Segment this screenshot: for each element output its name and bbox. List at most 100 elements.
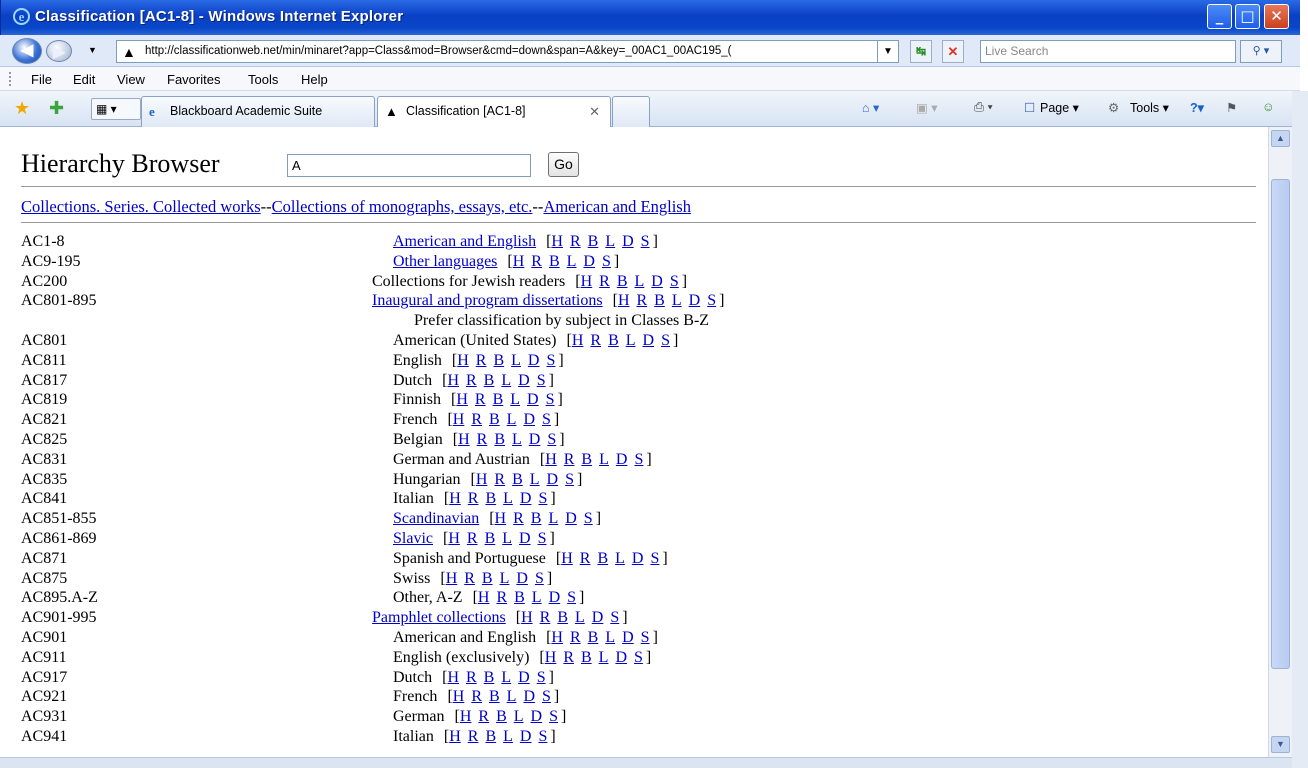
view-link-r[interactable]: R xyxy=(540,609,551,626)
view-link-h[interactable]: H xyxy=(561,550,573,567)
view-link-l[interactable]: L xyxy=(514,708,524,725)
view-link-r[interactable]: R xyxy=(513,510,524,527)
refresh-icon[interactable]: ↹ xyxy=(910,40,932,63)
view-link-r[interactable]: R xyxy=(466,669,477,686)
vertical-scrollbar[interactable]: ▲ ▼ xyxy=(1268,127,1292,757)
search-input[interactable]: Live Search xyxy=(980,40,1236,63)
caption-link[interactable]: Scandinavian xyxy=(393,510,479,527)
view-link-l[interactable]: L xyxy=(503,490,513,507)
view-link-r[interactable]: R xyxy=(468,490,479,507)
view-link-b[interactable]: B xyxy=(485,490,496,507)
back-button[interactable]: ◀ xyxy=(12,38,42,64)
view-link-h[interactable]: H xyxy=(449,490,461,507)
view-link-h[interactable]: H xyxy=(478,589,490,606)
view-link-l[interactable]: L xyxy=(510,391,520,408)
view-link-h[interactable]: H xyxy=(551,629,563,646)
caption-link[interactable]: American and English xyxy=(393,233,536,250)
view-link-h[interactable]: H xyxy=(456,391,468,408)
view-link-b[interactable]: B xyxy=(557,609,568,626)
view-link-d[interactable]: D xyxy=(518,372,530,389)
view-link-s[interactable]: S xyxy=(537,669,546,686)
view-link-l[interactable]: L xyxy=(605,629,615,646)
view-link-l[interactable]: L xyxy=(635,273,645,290)
close-tab-icon[interactable]: ✕ xyxy=(589,97,600,126)
view-link-l[interactable]: L xyxy=(507,411,517,428)
view-link-b[interactable]: B xyxy=(482,570,493,587)
view-link-r[interactable]: R xyxy=(471,688,482,705)
view-link-s[interactable]: S xyxy=(634,451,643,468)
view-link-s[interactable]: S xyxy=(538,530,547,547)
view-link-l[interactable]: L xyxy=(548,510,558,527)
favorites-center-icon[interactable]: ★ xyxy=(14,98,30,119)
hierarchy-search-input[interactable] xyxy=(287,154,531,177)
view-link-h[interactable]: H xyxy=(551,233,563,250)
caption-link[interactable]: Slavic xyxy=(393,530,433,547)
view-link-h[interactable]: H xyxy=(453,411,465,428)
caption-link[interactable]: Other languages xyxy=(393,253,497,270)
view-link-h[interactable]: H xyxy=(572,332,584,349)
view-link-r[interactable]: R xyxy=(494,471,505,488)
address-dropdown-icon[interactable]: ▼ xyxy=(877,40,899,63)
tools-menu[interactable]: Tools ▾ xyxy=(1130,100,1169,115)
caption-link[interactable]: Inaugural and program dissertations xyxy=(372,292,603,309)
view-link-h[interactable]: H xyxy=(448,530,460,547)
view-link-d[interactable]: D xyxy=(516,570,528,587)
view-link-h[interactable]: H xyxy=(521,609,533,626)
view-link-h[interactable]: H xyxy=(447,372,459,389)
view-link-h[interactable]: H xyxy=(495,510,507,527)
view-link-h[interactable]: H xyxy=(618,292,630,309)
messenger-icon[interactable]: ☺ xyxy=(1262,100,1275,114)
view-link-r[interactable]: R xyxy=(464,570,475,587)
view-link-l[interactable]: L xyxy=(502,530,512,547)
view-link-r[interactable]: R xyxy=(466,372,477,389)
view-link-h[interactable]: H xyxy=(545,649,557,666)
view-link-l[interactable]: L xyxy=(605,233,615,250)
menu-help[interactable]: Help xyxy=(301,72,328,87)
view-link-l[interactable]: L xyxy=(615,550,625,567)
view-link-s[interactable]: S xyxy=(542,411,551,428)
view-link-s[interactable]: S xyxy=(584,510,593,527)
view-link-s[interactable]: S xyxy=(634,649,643,666)
view-link-s[interactable]: S xyxy=(546,352,555,369)
view-link-d[interactable]: D xyxy=(615,649,627,666)
help-icon[interactable]: ?▾ xyxy=(1190,100,1204,115)
menu-edit[interactable]: Edit xyxy=(73,72,95,87)
feeds-icon[interactable]: ▣ ▾ xyxy=(916,100,938,115)
view-link-d[interactable]: D xyxy=(622,629,634,646)
view-link-b[interactable]: B xyxy=(581,451,592,468)
maximize-button[interactable]: □ xyxy=(1235,4,1260,29)
view-link-b[interactable]: B xyxy=(581,649,592,666)
view-link-d[interactable]: D xyxy=(592,609,604,626)
view-link-r[interactable]: R xyxy=(467,530,478,547)
view-link-s[interactable]: S xyxy=(538,490,547,507)
view-link-r[interactable]: R xyxy=(564,451,575,468)
view-link-s[interactable]: S xyxy=(565,471,574,488)
view-link-r[interactable]: R xyxy=(531,253,542,270)
minimize-button[interactable]: _ xyxy=(1207,4,1232,29)
view-link-s[interactable]: S xyxy=(707,292,716,309)
view-link-s[interactable]: S xyxy=(547,431,556,448)
view-link-d[interactable]: D xyxy=(583,253,595,270)
view-link-r[interactable]: R xyxy=(580,550,591,567)
view-link-r[interactable]: R xyxy=(563,649,574,666)
view-link-l[interactable]: L xyxy=(599,451,609,468)
view-link-b[interactable]: B xyxy=(588,629,599,646)
view-link-l[interactable]: L xyxy=(503,728,513,745)
menu-favorites[interactable]: Favorites xyxy=(167,72,220,87)
view-link-r[interactable]: R xyxy=(496,589,507,606)
view-link-b[interactable]: B xyxy=(549,253,560,270)
view-link-s[interactable]: S xyxy=(641,629,650,646)
view-link-r[interactable]: R xyxy=(468,728,479,745)
view-link-d[interactable]: D xyxy=(689,292,701,309)
view-link-h[interactable]: H xyxy=(513,253,525,270)
view-link-r[interactable]: R xyxy=(478,708,489,725)
view-link-d[interactable]: D xyxy=(547,471,559,488)
view-link-r[interactable]: R xyxy=(599,273,610,290)
view-link-s[interactable]: S xyxy=(602,253,611,270)
view-link-b[interactable]: B xyxy=(617,273,628,290)
view-link-b[interactable]: B xyxy=(493,391,504,408)
go-button[interactable]: Go xyxy=(548,152,579,177)
view-link-d[interactable]: D xyxy=(549,589,561,606)
view-link-b[interactable]: B xyxy=(489,411,500,428)
view-link-b[interactable]: B xyxy=(608,332,619,349)
